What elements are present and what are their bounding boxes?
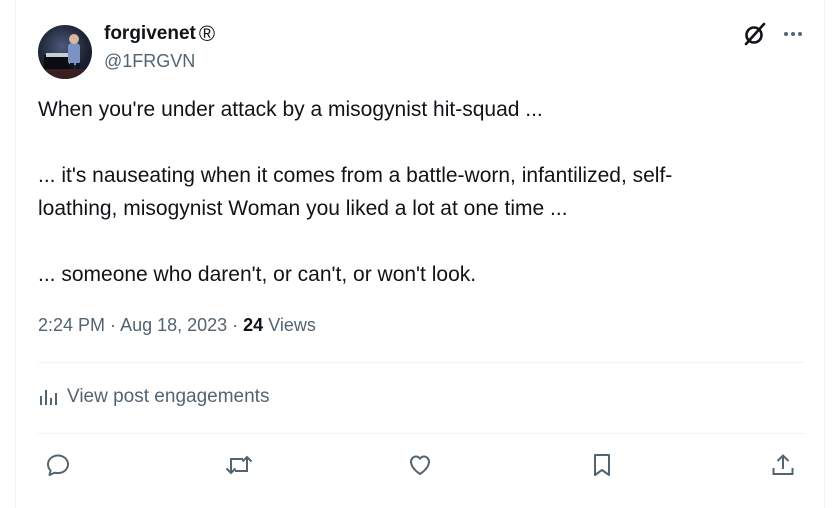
reply-button[interactable] [40, 447, 76, 483]
divider [38, 362, 804, 363]
post-text: When you're under attack by a misogynist… [38, 98, 673, 286]
post-frame: forgivenet ® @1FRGVN When you're under a… [15, 0, 825, 508]
action-bar [38, 447, 804, 483]
registered-badge: ® [198, 21, 216, 46]
divider [38, 433, 804, 434]
repost-icon [225, 455, 253, 475]
bookmark-button[interactable] [584, 447, 620, 483]
post-meta: 2:24 PM · Aug 18, 2023 · 24 Views [38, 313, 316, 337]
display-name[interactable]: forgivenet ® [104, 21, 215, 47]
more-icon[interactable] [782, 23, 804, 45]
post-date[interactable]: Aug 18, 2023 [120, 315, 227, 335]
reply-icon [47, 454, 69, 476]
view-engagements-link[interactable]: View post engagements [38, 383, 269, 411]
user-handle[interactable]: @1FRGVN [104, 49, 215, 73]
header-actions [742, 21, 804, 47]
views-count: 24 [243, 315, 264, 335]
repost-button[interactable] [221, 447, 257, 483]
like-button[interactable] [402, 447, 438, 483]
bookmark-icon [594, 454, 610, 476]
post-time[interactable]: 2:24 PM [38, 315, 105, 335]
views-label: Views [268, 315, 316, 335]
meta-separator: · [105, 315, 121, 335]
like-icon [410, 455, 430, 475]
author-names: forgivenet ® @1FRGVN [104, 21, 215, 73]
meta-separator: · [227, 315, 244, 335]
share-button[interactable] [765, 447, 801, 483]
display-name-text: forgivenet [104, 23, 196, 44]
grok-icon[interactable] [742, 21, 768, 47]
post-header: forgivenet ® @1FRGVN [38, 21, 804, 79]
avatar[interactable] [38, 25, 92, 79]
engagements-label: View post engagements [67, 386, 270, 407]
avatar-image [40, 34, 90, 79]
analytics-icon [40, 390, 57, 405]
share-icon [772, 454, 794, 475]
